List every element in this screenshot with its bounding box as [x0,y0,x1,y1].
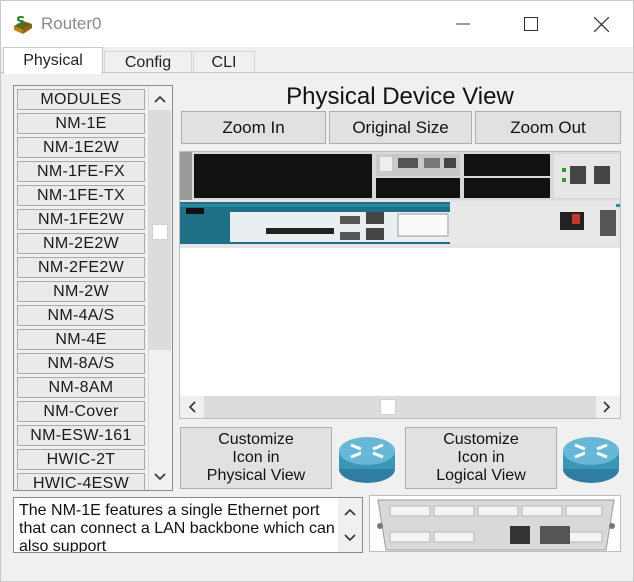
module-description[interactable]: The NM-1E features a single Ethernet por… [13,497,363,553]
close-button[interactable] [581,9,621,39]
router-icon[interactable] [337,433,397,485]
maximize-icon [524,17,538,31]
zoom-out-button[interactable]: Zoom Out [475,111,621,144]
customize-physical-button[interactable]: Customize Icon in Physical View [180,427,332,489]
scroll-down-button[interactable] [149,466,171,488]
minimize-icon [456,23,470,25]
tab-cli[interactable]: CLI [193,51,255,73]
description-scrollbar[interactable] [338,498,362,552]
module-item[interactable]: NM-2FE2W [17,257,145,278]
zoom-in-button[interactable]: Zoom In [181,111,326,144]
scroll-left-button[interactable] [181,396,203,418]
original-size-button[interactable]: Original Size [329,111,472,144]
tab-physical[interactable]: Physical [3,47,103,74]
device-view-title: Physical Device View [286,83,514,110]
minimize-button[interactable] [443,9,483,39]
module-item[interactable]: HWIC-2T [17,449,145,470]
device-view-canvas[interactable] [179,151,621,419]
scroll-up-button[interactable] [339,501,361,523]
maximize-button[interactable] [511,9,551,39]
tab-config[interactable]: Config [104,51,192,73]
module-item[interactable]: NM-1FE-TX [17,185,145,206]
chevron-down-icon [344,534,356,542]
scroll-down-button[interactable] [339,527,361,549]
modules-scrollbar[interactable] [148,86,172,490]
device-view-hscrollbar[interactable] [180,396,620,418]
module-item[interactable]: NM-2E2W [17,233,145,254]
modules-header[interactable]: MODULES [17,89,145,110]
router-icon[interactable] [561,433,621,485]
scroll-right-button[interactable] [596,396,618,418]
scroll-thumb[interactable] [152,224,168,240]
module-item[interactable]: NM-2W [17,281,145,302]
module-preview-image [369,495,621,552]
router-app-icon: S [14,15,32,34]
tab-strip: Physical Config CLI [1,47,633,74]
hscroll-track[interactable] [204,396,596,418]
chevron-right-icon [603,401,611,413]
chevron-left-icon [188,401,196,413]
chevron-down-icon [154,473,166,481]
module-item[interactable]: NM-ESW-161 [17,425,145,446]
module-item[interactable]: NM-1FE2W [17,209,145,230]
module-board-image [377,499,615,551]
module-item[interactable]: NM-1E [17,113,145,134]
close-icon [593,16,609,32]
chevron-up-icon [344,508,356,516]
module-item[interactable]: NM-8A/S [17,353,145,374]
module-item[interactable]: NM-1FE-FX [17,161,145,182]
chevron-up-icon [154,95,166,103]
module-item[interactable]: NM-4E [17,329,145,350]
hscroll-thumb[interactable] [380,399,396,415]
module-item[interactable]: HWIC-4ESW [17,473,145,490]
module-item[interactable]: NM-8AM [17,377,145,398]
svg-text:S: S [16,15,25,30]
scroll-up-button[interactable] [149,88,171,110]
modules-list: MODULES NM-1E NM-1E2W NM-1FE-FX NM-1FE-T… [13,85,173,491]
customize-logical-button[interactable]: Customize Icon in Logical View [405,427,557,489]
module-description-text: The NM-1E features a single Ethernet por… [19,502,335,553]
router-chassis-image [180,152,620,248]
module-item[interactable]: NM-Cover [17,401,145,422]
module-item[interactable]: NM-1E2W [17,137,145,158]
module-item[interactable]: NM-4A/S [17,305,145,326]
title-bar: S Router0 [1,1,633,47]
router-window: S Router0 Physical Config CLI MODULES NM… [0,0,634,582]
window-title: Router0 [41,14,102,33]
